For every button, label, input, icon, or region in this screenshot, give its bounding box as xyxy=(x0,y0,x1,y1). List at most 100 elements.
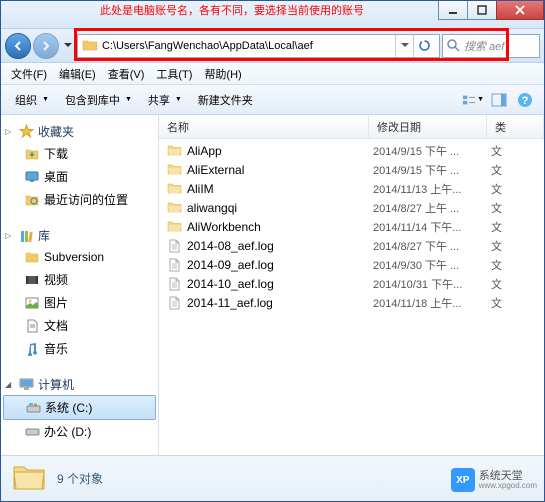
music-icon xyxy=(23,341,41,357)
drive-icon xyxy=(23,424,41,440)
toolbar: 组织▼ 包含到库中▼ 共享▼ 新建文件夹 ▼ ? xyxy=(1,85,544,115)
download-icon xyxy=(23,146,41,162)
menu-tools[interactable]: 工具(T) xyxy=(150,64,198,84)
sidebar-subversion[interactable]: Subversion xyxy=(1,246,158,268)
menu-edit[interactable]: 编辑(E) xyxy=(53,64,102,84)
file-pane: 名称 修改日期 类 AliApp2014/9/15 下午 ...文AliExte… xyxy=(159,115,544,455)
address-bar[interactable]: C:\Users\FangWenchao\AppData\Local\aef xyxy=(77,34,440,58)
file-date: 2014/11/13 上午... xyxy=(373,181,491,197)
file-name: aliwangqi xyxy=(187,201,373,215)
video-icon xyxy=(23,272,41,288)
sidebar-favorites[interactable]: ▷收藏夹 xyxy=(1,121,158,142)
menu-help[interactable]: 帮助(H) xyxy=(198,64,247,84)
menubar: 文件(F) 编辑(E) 查看(V) 工具(T) 帮助(H) xyxy=(1,63,544,85)
file-name: AliApp xyxy=(187,144,373,158)
file-type: 文 xyxy=(491,200,502,216)
sidebar: ▷收藏夹 下载 桌面 最近访问的位置 ▷库 Subversion 视频 图片 文… xyxy=(1,115,159,455)
newfolder-button[interactable]: 新建文件夹 xyxy=(192,89,259,111)
sidebar-videos[interactable]: 视频 xyxy=(1,268,158,291)
file-date: 2014/9/30 下午 ... xyxy=(373,257,491,273)
library-icon xyxy=(17,228,35,244)
column-type[interactable]: 类 xyxy=(487,115,544,138)
sidebar-drive-c[interactable]: 系统 (C:) xyxy=(3,395,156,420)
file-row[interactable]: AliExternal2014/9/15 下午 ...文 xyxy=(159,160,544,179)
file-row[interactable]: 2014-08_aef.log2014/8/27 下午 ...文 xyxy=(159,236,544,255)
file-name: AliIM xyxy=(187,182,373,196)
file-name: AliWorkbench xyxy=(187,220,373,234)
sidebar-drive-d[interactable]: 办公 (D:) xyxy=(1,420,158,443)
sidebar-recent[interactable]: 最近访问的位置 xyxy=(1,188,158,211)
document-icon xyxy=(23,318,41,334)
file-row[interactable]: 2014-10_aef.log2014/10/31 下午...文 xyxy=(159,274,544,293)
file-row[interactable]: aliwangqi2014/8/27 上午 ...文 xyxy=(159,198,544,217)
file-type: 文 xyxy=(491,219,502,235)
sidebar-pictures[interactable]: 图片 xyxy=(1,291,158,314)
content-area: ▷收藏夹 下载 桌面 最近访问的位置 ▷库 Subversion 视频 图片 文… xyxy=(1,115,544,455)
file-name: 2014-08_aef.log xyxy=(187,239,373,253)
file-row[interactable]: AliApp2014/9/15 下午 ...文 xyxy=(159,141,544,160)
file-row[interactable]: AliIM2014/11/13 上午...文 xyxy=(159,179,544,198)
menu-view[interactable]: 查看(V) xyxy=(102,64,151,84)
address-dropdown[interactable] xyxy=(395,35,413,57)
svg-text:?: ? xyxy=(522,95,529,107)
file-date: 2014/10/31 下午... xyxy=(373,276,491,292)
file-type: 文 xyxy=(491,181,502,197)
explorer-window: C:\Users\FangWenchao\AppData\Local\aef 搜… xyxy=(0,0,545,502)
sidebar-documents[interactable]: 文档 xyxy=(1,314,158,337)
sidebar-libraries[interactable]: ▷库 xyxy=(1,225,158,246)
file-type: 文 xyxy=(491,143,502,159)
sidebar-music[interactable]: 音乐 xyxy=(1,337,158,360)
include-button[interactable]: 包含到库中▼ xyxy=(59,89,138,111)
folder-icon xyxy=(165,162,183,178)
file-type: 文 xyxy=(491,295,502,311)
refresh-button[interactable] xyxy=(413,35,435,57)
file-list: AliApp2014/9/15 下午 ...文AliExternal2014/9… xyxy=(159,139,544,314)
watermark: XP 系统天堂 www.xpgod.com xyxy=(451,468,537,492)
subversion-icon xyxy=(23,249,41,265)
back-button[interactable] xyxy=(5,33,31,59)
recent-icon xyxy=(23,192,41,208)
search-input[interactable]: 搜索 aef xyxy=(442,34,540,58)
file-type: 文 xyxy=(491,276,502,292)
view-options-button[interactable]: ▼ xyxy=(462,89,484,111)
folder-icon xyxy=(165,143,183,159)
file-date: 2014/8/27 上午 ... xyxy=(373,200,491,216)
file-date: 2014/11/18 上午... xyxy=(373,295,491,311)
file-icon xyxy=(165,276,183,292)
forward-button[interactable] xyxy=(33,33,59,59)
organize-button[interactable]: 组织▼ xyxy=(9,89,55,111)
file-type: 文 xyxy=(491,257,502,273)
file-row[interactable]: 2014-11_aef.log2014/11/18 上午...文 xyxy=(159,293,544,312)
watermark-url: www.xpgod.com xyxy=(479,482,537,490)
sidebar-downloads[interactable]: 下载 xyxy=(1,142,158,165)
close-button[interactable] xyxy=(496,1,544,20)
minimize-button[interactable] xyxy=(438,1,468,20)
picture-icon xyxy=(23,295,41,311)
share-button[interactable]: 共享▼ xyxy=(142,89,188,111)
menu-file[interactable]: 文件(F) xyxy=(5,64,53,84)
help-button[interactable]: ? xyxy=(514,89,536,111)
folder-icon xyxy=(82,38,98,54)
preview-pane-button[interactable] xyxy=(488,89,510,111)
folder-icon xyxy=(165,219,183,235)
file-name: 2014-10_aef.log xyxy=(187,277,373,291)
column-name[interactable]: 名称 xyxy=(159,115,369,138)
file-date: 2014/11/14 下午... xyxy=(373,219,491,235)
file-type: 文 xyxy=(491,162,502,178)
status-count: 9 个对象 xyxy=(57,470,103,487)
file-row[interactable]: 2014-09_aef.log2014/9/30 下午 ...文 xyxy=(159,255,544,274)
history-dropdown[interactable] xyxy=(61,36,75,56)
file-icon xyxy=(165,257,183,273)
file-name: 2014-09_aef.log xyxy=(187,258,373,272)
watermark-brand: 系统天堂 xyxy=(479,471,537,482)
sidebar-desktop[interactable]: 桌面 xyxy=(1,165,158,188)
file-date: 2014/9/15 下午 ... xyxy=(373,162,491,178)
annotation-text: 此处是电脑账号名，各有不同，要选择当前使用的账号 xyxy=(100,2,364,18)
file-type: 文 xyxy=(491,238,502,254)
column-date[interactable]: 修改日期 xyxy=(369,115,487,138)
sidebar-computer[interactable]: ◢计算机 xyxy=(1,374,158,395)
search-icon xyxy=(447,39,460,52)
maximize-button[interactable] xyxy=(467,1,497,20)
file-row[interactable]: AliWorkbench2014/11/14 下午...文 xyxy=(159,217,544,236)
drive-icon xyxy=(24,400,42,416)
